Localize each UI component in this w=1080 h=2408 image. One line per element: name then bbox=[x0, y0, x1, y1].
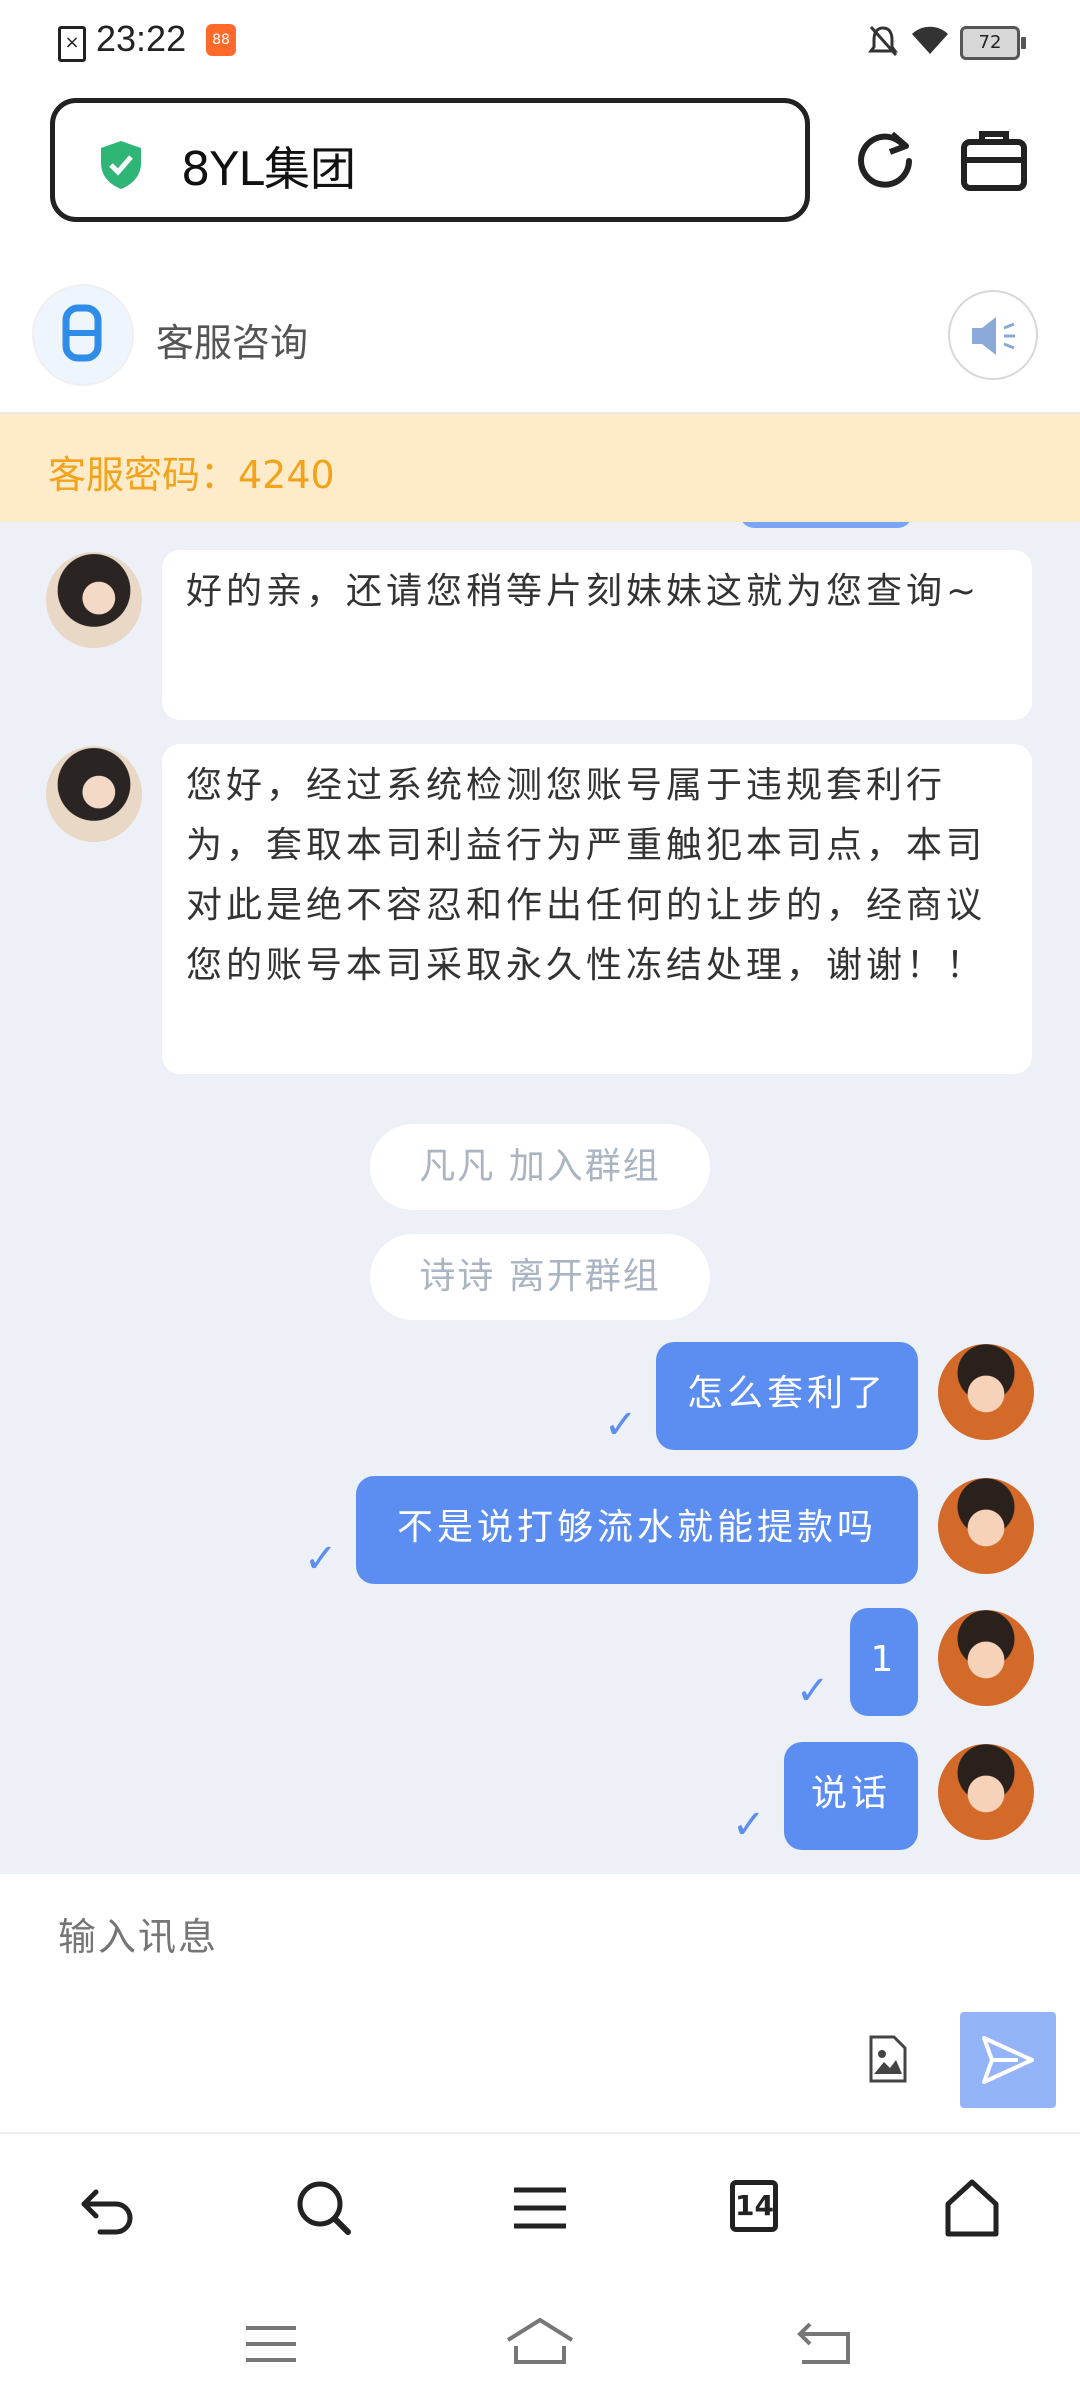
user-avatar bbox=[938, 1344, 1034, 1440]
search-icon[interactable] bbox=[294, 2178, 354, 2238]
agent-avatar bbox=[46, 552, 142, 648]
message-list[interactable]: 好的亲，还请您稍等片刻妹妹这就为您查询~ 您好，经过系统检测您账号属于违规套利行… bbox=[0, 522, 1080, 1874]
tabs-button[interactable]: 14 bbox=[730, 2180, 778, 2232]
toolbox-icon[interactable] bbox=[958, 128, 1030, 194]
message-bubble: 说话 bbox=[784, 1742, 918, 1850]
read-check-icon: ✓ bbox=[796, 1668, 830, 1714]
battery-icon: 72 bbox=[960, 26, 1026, 60]
status-time: 23:22 bbox=[96, 18, 187, 59]
wifi-icon bbox=[912, 26, 948, 54]
status-bar: × 23:22 88 72 bbox=[0, 0, 1080, 80]
image-file-icon[interactable] bbox=[868, 2034, 908, 2084]
read-check-icon: ✓ bbox=[304, 1536, 338, 1582]
system-back-icon[interactable] bbox=[796, 2320, 852, 2366]
system-message: 凡凡 加入群组 bbox=[370, 1124, 710, 1210]
recents-icon[interactable] bbox=[244, 2322, 298, 2366]
notice-banner: 客服密码：4240 bbox=[0, 414, 1080, 522]
message-bubble: 不是说打够流水就能提款吗 bbox=[356, 1476, 918, 1584]
system-home-icon[interactable] bbox=[504, 2316, 576, 2368]
message-bubble: 您好，经过系统检测您账号属于违规套利行为，套取本司利益行为严重触犯本司点，本司对… bbox=[162, 744, 1032, 1074]
app-badge-icon: 88 bbox=[206, 24, 236, 56]
read-check-icon: ✓ bbox=[604, 1402, 638, 1448]
mute-icon bbox=[868, 26, 898, 56]
message-bubble: 1 bbox=[850, 1608, 918, 1716]
user-avatar bbox=[938, 1610, 1034, 1706]
previous-message-edge bbox=[740, 522, 912, 528]
speaker-icon bbox=[972, 317, 1015, 355]
read-check-icon: ✓ bbox=[732, 1802, 766, 1848]
back-icon[interactable] bbox=[78, 2178, 138, 2238]
system-navigation bbox=[0, 2282, 1080, 2408]
agent-avatar bbox=[46, 746, 142, 842]
chat-header: 客服咨询 bbox=[0, 272, 1080, 414]
shield-icon bbox=[101, 141, 141, 189]
message-bubble: 好的亲，还请您稍等片刻妹妹这就为您查询~ bbox=[162, 550, 1032, 720]
service-logo-icon bbox=[34, 286, 132, 384]
message-bubble: 怎么套利了 bbox=[656, 1342, 918, 1450]
speaker-button[interactable] bbox=[948, 290, 1038, 380]
send-button[interactable] bbox=[960, 2012, 1056, 2108]
system-message: 诗诗 离开群组 bbox=[370, 1234, 710, 1320]
refresh-icon[interactable] bbox=[852, 128, 918, 194]
page-title: 8YL集团 bbox=[181, 142, 356, 196]
menu-icon[interactable] bbox=[510, 2178, 570, 2238]
chat-title: 客服咨询 bbox=[156, 321, 309, 365]
user-avatar bbox=[938, 1744, 1034, 1840]
sim-icon: × bbox=[58, 26, 86, 62]
address-bar[interactable]: 8YL集团 bbox=[50, 98, 810, 222]
browser-toolbar: 14 bbox=[0, 2132, 1080, 2284]
send-icon bbox=[982, 2036, 1034, 2084]
composer bbox=[0, 1874, 1080, 2132]
home-icon[interactable] bbox=[942, 2178, 1002, 2238]
notice-text: 客服密码：4240 bbox=[48, 453, 335, 497]
user-avatar bbox=[938, 1478, 1034, 1574]
message-input[interactable] bbox=[56, 1914, 820, 1960]
